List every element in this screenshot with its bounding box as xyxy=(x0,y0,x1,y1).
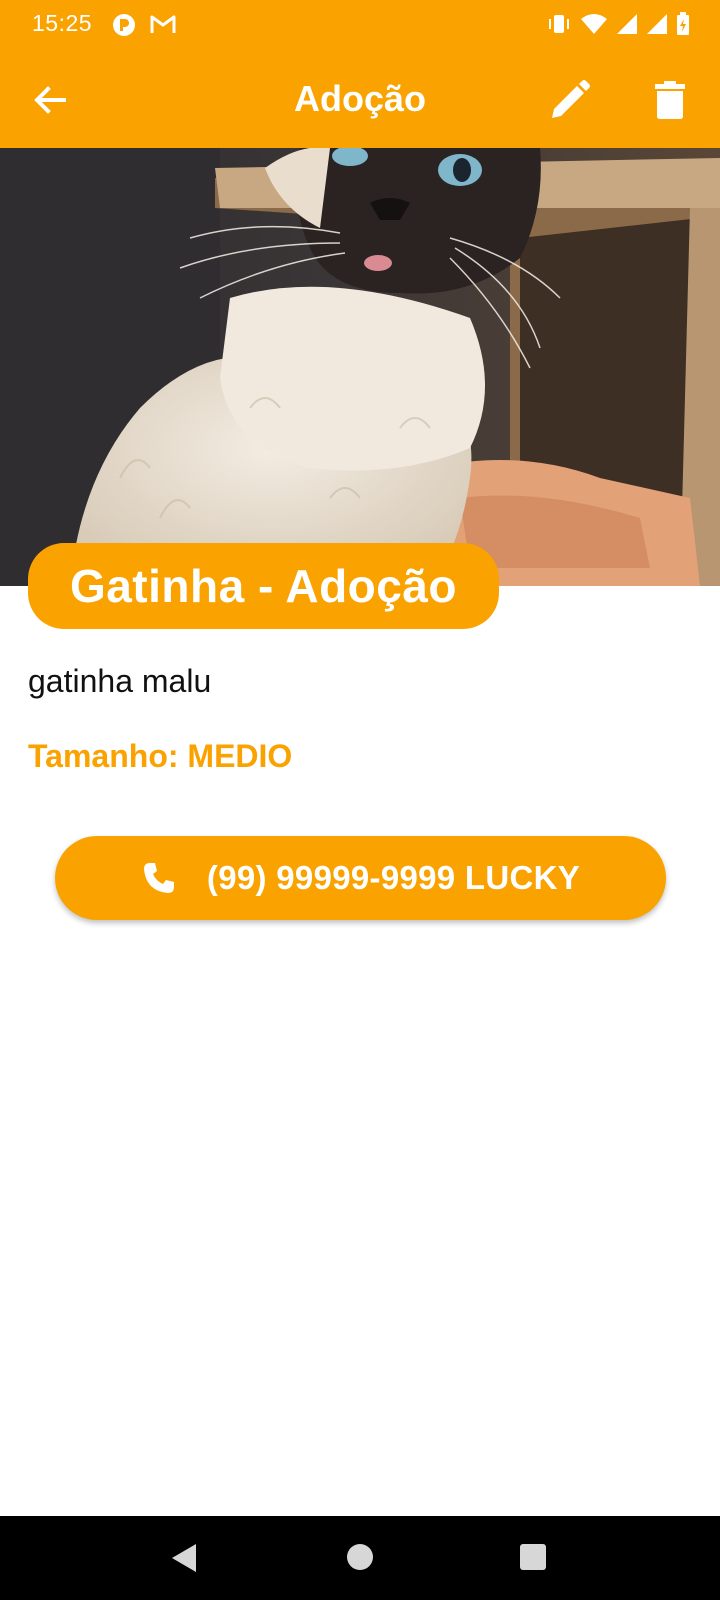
nav-recents-icon[interactable] xyxy=(520,1544,546,1570)
gmail-icon xyxy=(150,15,176,33)
status-notification-icons xyxy=(112,13,176,37)
signal-icon xyxy=(647,14,667,34)
nav-home-icon[interactable] xyxy=(347,1544,373,1570)
page-title: Adoção xyxy=(293,78,426,119)
nav-back-icon[interactable] xyxy=(170,1542,200,1574)
vibrate-icon xyxy=(549,15,569,33)
battery-icon xyxy=(677,12,689,35)
pet-photo xyxy=(0,148,720,586)
trash-icon xyxy=(655,81,685,119)
pet-size: Tamanho: MEDIO xyxy=(28,738,293,774)
phone-icon xyxy=(143,863,174,893)
status-bar: 15:25 xyxy=(0,0,720,50)
call-button-label: (99) 99999-9999 LUCKY xyxy=(206,859,581,896)
app-notification-icon xyxy=(113,14,135,36)
pet-title-badge: Gatinha - Adoção xyxy=(28,543,499,629)
call-button[interactable]: (99) 99999-9999 LUCKY xyxy=(55,836,666,920)
edit-button[interactable] xyxy=(546,76,594,124)
delete-button[interactable] xyxy=(646,76,694,124)
system-nav-bar xyxy=(0,1516,720,1600)
status-system-icons xyxy=(546,12,690,36)
pencil-icon xyxy=(552,80,590,118)
wifi-icon xyxy=(581,14,607,34)
app-bar: Adoção xyxy=(0,50,720,148)
status-time: 15:25 xyxy=(32,10,93,36)
pet-description: gatinha malu xyxy=(28,663,212,699)
signal-icon xyxy=(617,14,637,34)
